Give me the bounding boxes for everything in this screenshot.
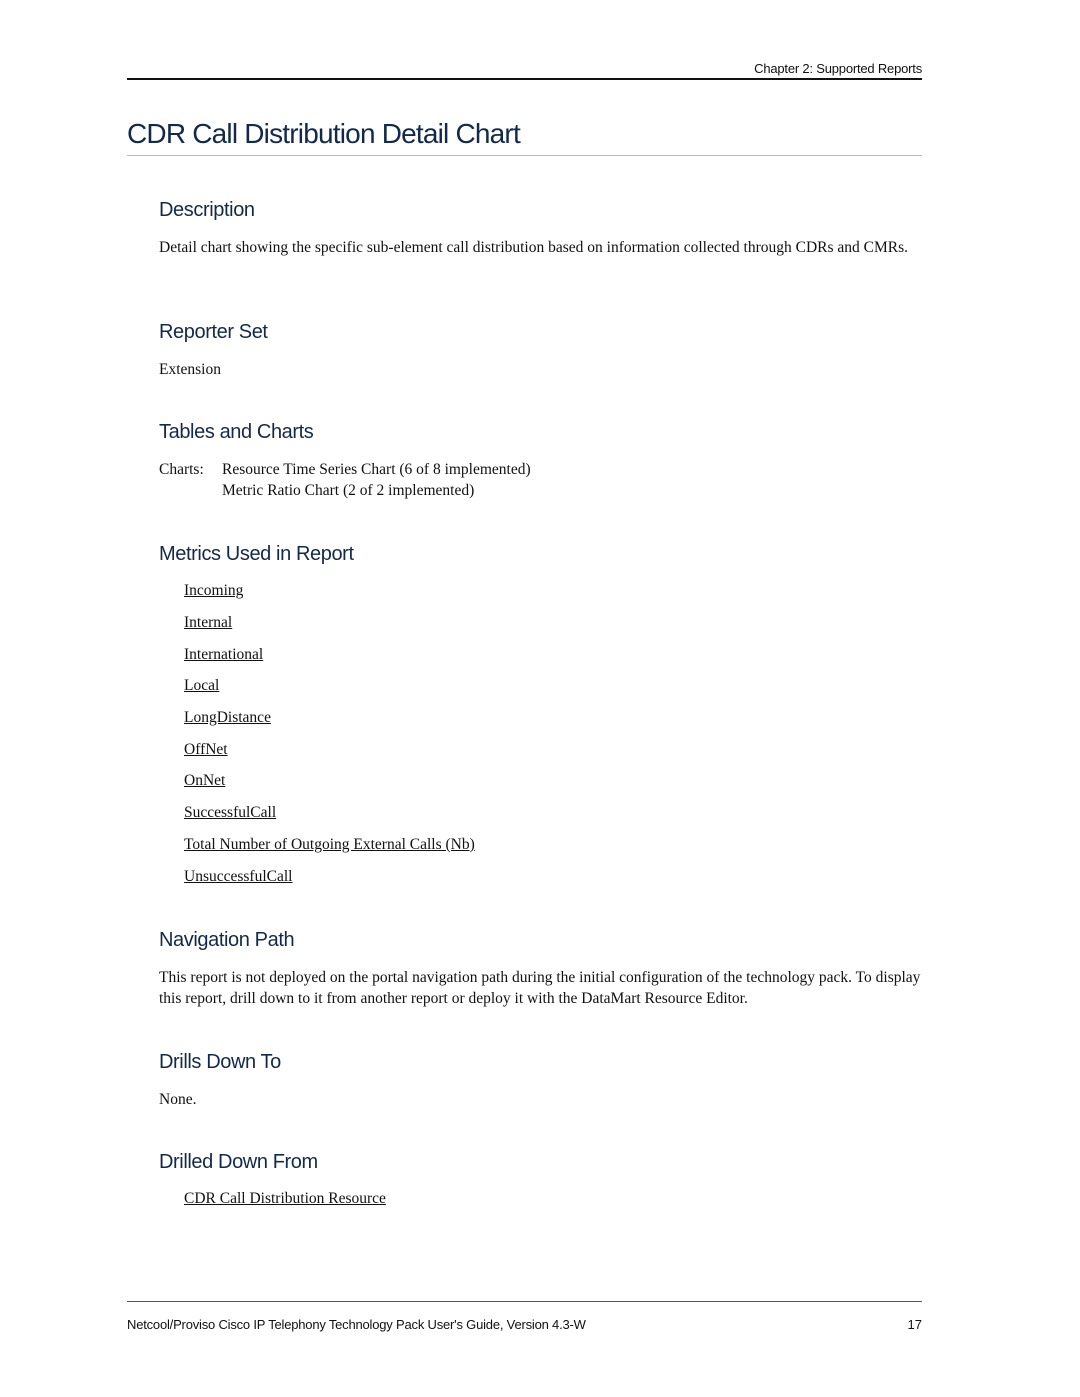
footer-guide-title: Netcool/Proviso Cisco IP Telephony Techn… (127, 1317, 586, 1332)
chapter-header: Chapter 2: Supported Reports (754, 61, 922, 76)
metric-link-unsuccessfulcall[interactable]: UnsuccessfulCall (184, 868, 292, 886)
metrics-heading: Metrics Used in Report (159, 543, 354, 565)
charts-label: Charts: (159, 461, 204, 478)
metric-link-international[interactable]: International (184, 646, 263, 664)
metric-link-successfulcall[interactable]: SuccessfulCall (184, 804, 276, 822)
footer-divider (127, 1301, 922, 1302)
header-divider (127, 78, 922, 80)
drills-down-to-text: None. (159, 1091, 197, 1108)
navigation-path-heading: Navigation Path (159, 929, 295, 951)
metric-link-longdistance[interactable]: LongDistance (184, 709, 271, 727)
description-text: Detail chart showing the specific sub-el… (159, 239, 909, 256)
metric-link-internal[interactable]: Internal (184, 614, 232, 632)
drilled-down-from-heading: Drilled Down From (159, 1151, 318, 1173)
description-heading: Description (159, 199, 255, 221)
metric-link-onnet[interactable]: OnNet (184, 772, 225, 790)
navigation-path-text: This report is not deployed on the porta… (159, 969, 921, 1007)
reporter-set-text: Extension (159, 361, 221, 378)
chart-item: Resource Time Series Chart (6 of 8 imple… (222, 461, 531, 478)
metric-link-local[interactable]: Local (184, 677, 219, 695)
drills-down-to-heading: Drills Down To (159, 1051, 281, 1073)
metric-link-incoming[interactable]: Incoming (184, 582, 243, 600)
drilled-from-link-cdr-call-distribution-resource[interactable]: CDR Call Distribution Resource (184, 1190, 386, 1208)
chart-item: Metric Ratio Chart (2 of 2 implemented) (222, 482, 475, 499)
metric-link-total-outgoing-external[interactable]: Total Number of Outgoing External Calls … (184, 836, 475, 854)
page-title: CDR Call Distribution Detail Chart (127, 118, 521, 149)
reporter-set-heading: Reporter Set (159, 321, 268, 343)
tables-and-charts-heading: Tables and Charts (159, 421, 314, 443)
page-number: 17 (907, 1317, 922, 1332)
title-divider (127, 155, 922, 156)
metric-link-offnet[interactable]: OffNet (184, 741, 228, 759)
